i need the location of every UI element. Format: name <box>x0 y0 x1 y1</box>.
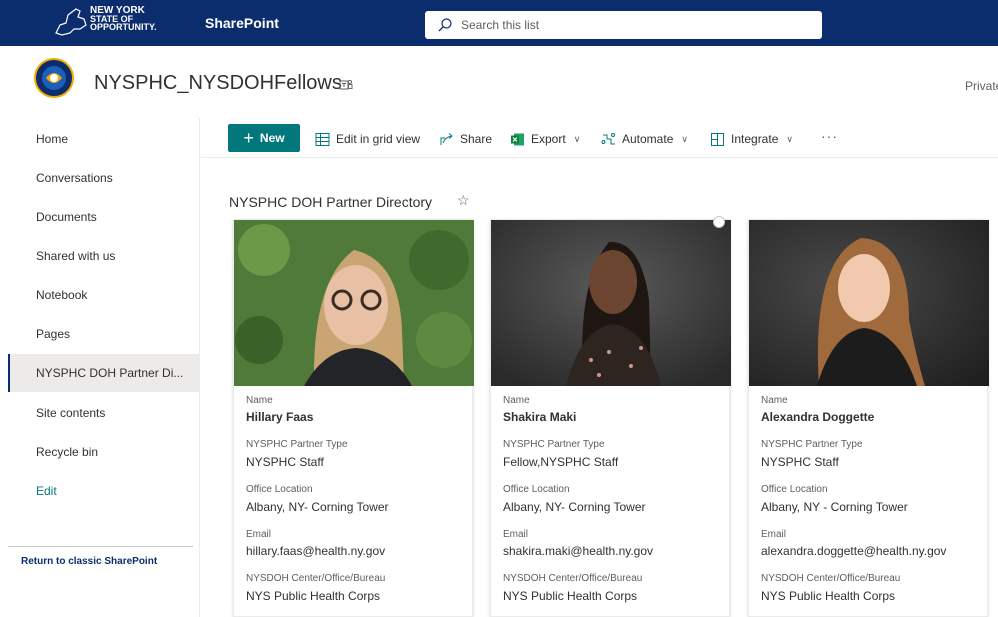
automate-button[interactable]: Automate ∨ <box>601 130 688 148</box>
nys-logo-text: NEW YORK STATE OF OPPORTUNITY. <box>90 5 157 32</box>
office-location-value: Albany, NY - Corning Tower <box>761 500 908 514</box>
chevron-down-icon: ∨ <box>786 133 793 144</box>
return-to-classic-link[interactable]: Return to classic SharePoint <box>21 556 157 567</box>
share-label: Share <box>460 132 493 146</box>
integrate-label: Integrate <box>731 132 779 146</box>
integrate-button[interactable]: Integrate ∨ <box>710 130 793 148</box>
nav-item-recycle-bin[interactable]: Recycle bin <box>8 433 200 471</box>
automate-label: Automate <box>622 132 674 146</box>
command-bar: + New Edit in grid view Share Export ∨ A… <box>201 118 998 158</box>
list-title: NYSPHC DOH Partner Directory <box>229 194 433 210</box>
share-button[interactable]: Share <box>439 130 492 148</box>
nav-edit-link[interactable]: Edit <box>8 472 200 510</box>
partner-type-label: NYSPHC Partner Type <box>503 439 605 450</box>
site-header: NYSPHC_NYSDOHFellows Private group <box>0 46 998 118</box>
center-value: NYS Public Health Corps <box>503 589 638 603</box>
office-location-value: Albany, NY- Corning Tower <box>246 500 389 514</box>
search-box[interactable] <box>425 11 822 39</box>
partner-type-value: NYSPHC Staff <box>246 455 324 469</box>
suite-bar: NEW YORK STATE OF OPPORTUNITY. SharePoin… <box>0 0 998 46</box>
person-name[interactable]: Shakira Maki <box>503 410 576 424</box>
plus-icon: + <box>243 128 254 148</box>
new-button-label: New <box>259 131 285 145</box>
left-nav: Home Conversations Documents Shared with… <box>0 118 200 617</box>
center-label: NYSDOH Center/Office/Bureau <box>246 573 386 584</box>
integrate-icon <box>711 132 724 146</box>
new-button[interactable]: + New <box>228 124 300 152</box>
center-value: NYS Public Health Corps <box>761 589 896 603</box>
person-card[interactable]: Name Alexandra Doggette NYSPHC Partner T… <box>748 219 989 617</box>
person-photo <box>491 220 731 386</box>
office-location-label: Office Location <box>246 484 313 495</box>
email-label: Email <box>246 529 272 540</box>
name-label: Name <box>761 395 788 406</box>
nav-divider <box>8 546 193 547</box>
center-label: NYSDOH Center/Office/Bureau <box>503 573 643 584</box>
partner-type-label: NYSPHC Partner Type <box>246 439 348 450</box>
nav-item-notebook[interactable]: Notebook <box>8 276 200 314</box>
nav-item-documents[interactable]: Documents <box>8 198 200 236</box>
search-icon <box>438 18 452 32</box>
person-photo <box>749 220 989 386</box>
email-label: Email <box>503 529 529 540</box>
grid-icon <box>315 132 330 146</box>
nav-item-home[interactable]: Home <box>8 120 200 158</box>
partner-type-label: NYSPHC Partner Type <box>761 439 863 450</box>
center-value: NYS Public Health Corps <box>246 589 381 603</box>
excel-icon <box>511 133 524 145</box>
email-value: hillary.faas@health.ny.gov <box>246 544 386 558</box>
share-icon <box>440 132 453 145</box>
nys-map-icon <box>55 8 87 36</box>
partner-type-value: NYSPHC Staff <box>761 455 839 469</box>
automate-icon <box>601 132 615 144</box>
person-name[interactable]: Hillary Faas <box>246 410 313 424</box>
nav-item-site-contents[interactable]: Site contents <box>8 394 200 432</box>
nav-item-conversations[interactable]: Conversations <box>8 159 200 197</box>
selection-circle[interactable] <box>713 216 725 228</box>
edit-grid-view-button[interactable]: Edit in grid view <box>315 130 420 148</box>
office-location-value: Albany, NY- Corning Tower <box>503 500 646 514</box>
office-location-label: Office Location <box>503 484 570 495</box>
search-input[interactable] <box>461 15 811 35</box>
more-options-icon[interactable]: ··· <box>821 128 838 144</box>
privacy-label: Private group <box>965 79 998 93</box>
person-card[interactable]: Name Hillary Faas NYSPHC Partner Type NY… <box>233 219 474 617</box>
center-label: NYSDOH Center/Office/Bureau <box>761 573 901 584</box>
email-value: alexandra.doggette@health.ny.gov <box>761 544 947 558</box>
public-health-corps-seal-icon[interactable] <box>34 58 74 98</box>
email-value: shakira.maki@health.ny.gov <box>503 544 654 558</box>
export-label: Export <box>531 132 566 146</box>
edit-grid-view-label: Edit in grid view <box>336 132 421 146</box>
partner-type-value: Fellow,NYSPHC Staff <box>503 455 619 469</box>
export-button[interactable]: Export ∨ <box>510 130 580 148</box>
office-location-label: Office Location <box>761 484 828 495</box>
teams-icon[interactable] <box>339 78 353 92</box>
person-photo <box>234 220 474 386</box>
person-card[interactable]: Name Shakira Maki NYSPHC Partner Type Fe… <box>490 216 731 617</box>
person-name[interactable]: Alexandra Doggette <box>761 410 874 424</box>
site-title[interactable]: NYSPHC_NYSDOHFellows <box>94 72 342 95</box>
nav-item-partner-directory[interactable]: NYSPHC DOH Partner Di... <box>8 354 200 392</box>
nys-logo[interactable]: NEW YORK STATE OF OPPORTUNITY. <box>50 3 157 43</box>
email-label: Email <box>761 529 787 540</box>
name-label: Name <box>503 395 530 406</box>
star-outline-icon[interactable]: ☆ <box>457 192 470 209</box>
nav-item-shared-with-us[interactable]: Shared with us <box>8 237 200 275</box>
app-name[interactable]: SharePoint <box>205 15 279 31</box>
chevron-down-icon: ∨ <box>681 133 688 144</box>
name-label: Name <box>246 395 273 406</box>
nav-item-pages[interactable]: Pages <box>8 315 200 353</box>
chevron-down-icon: ∨ <box>573 133 581 144</box>
